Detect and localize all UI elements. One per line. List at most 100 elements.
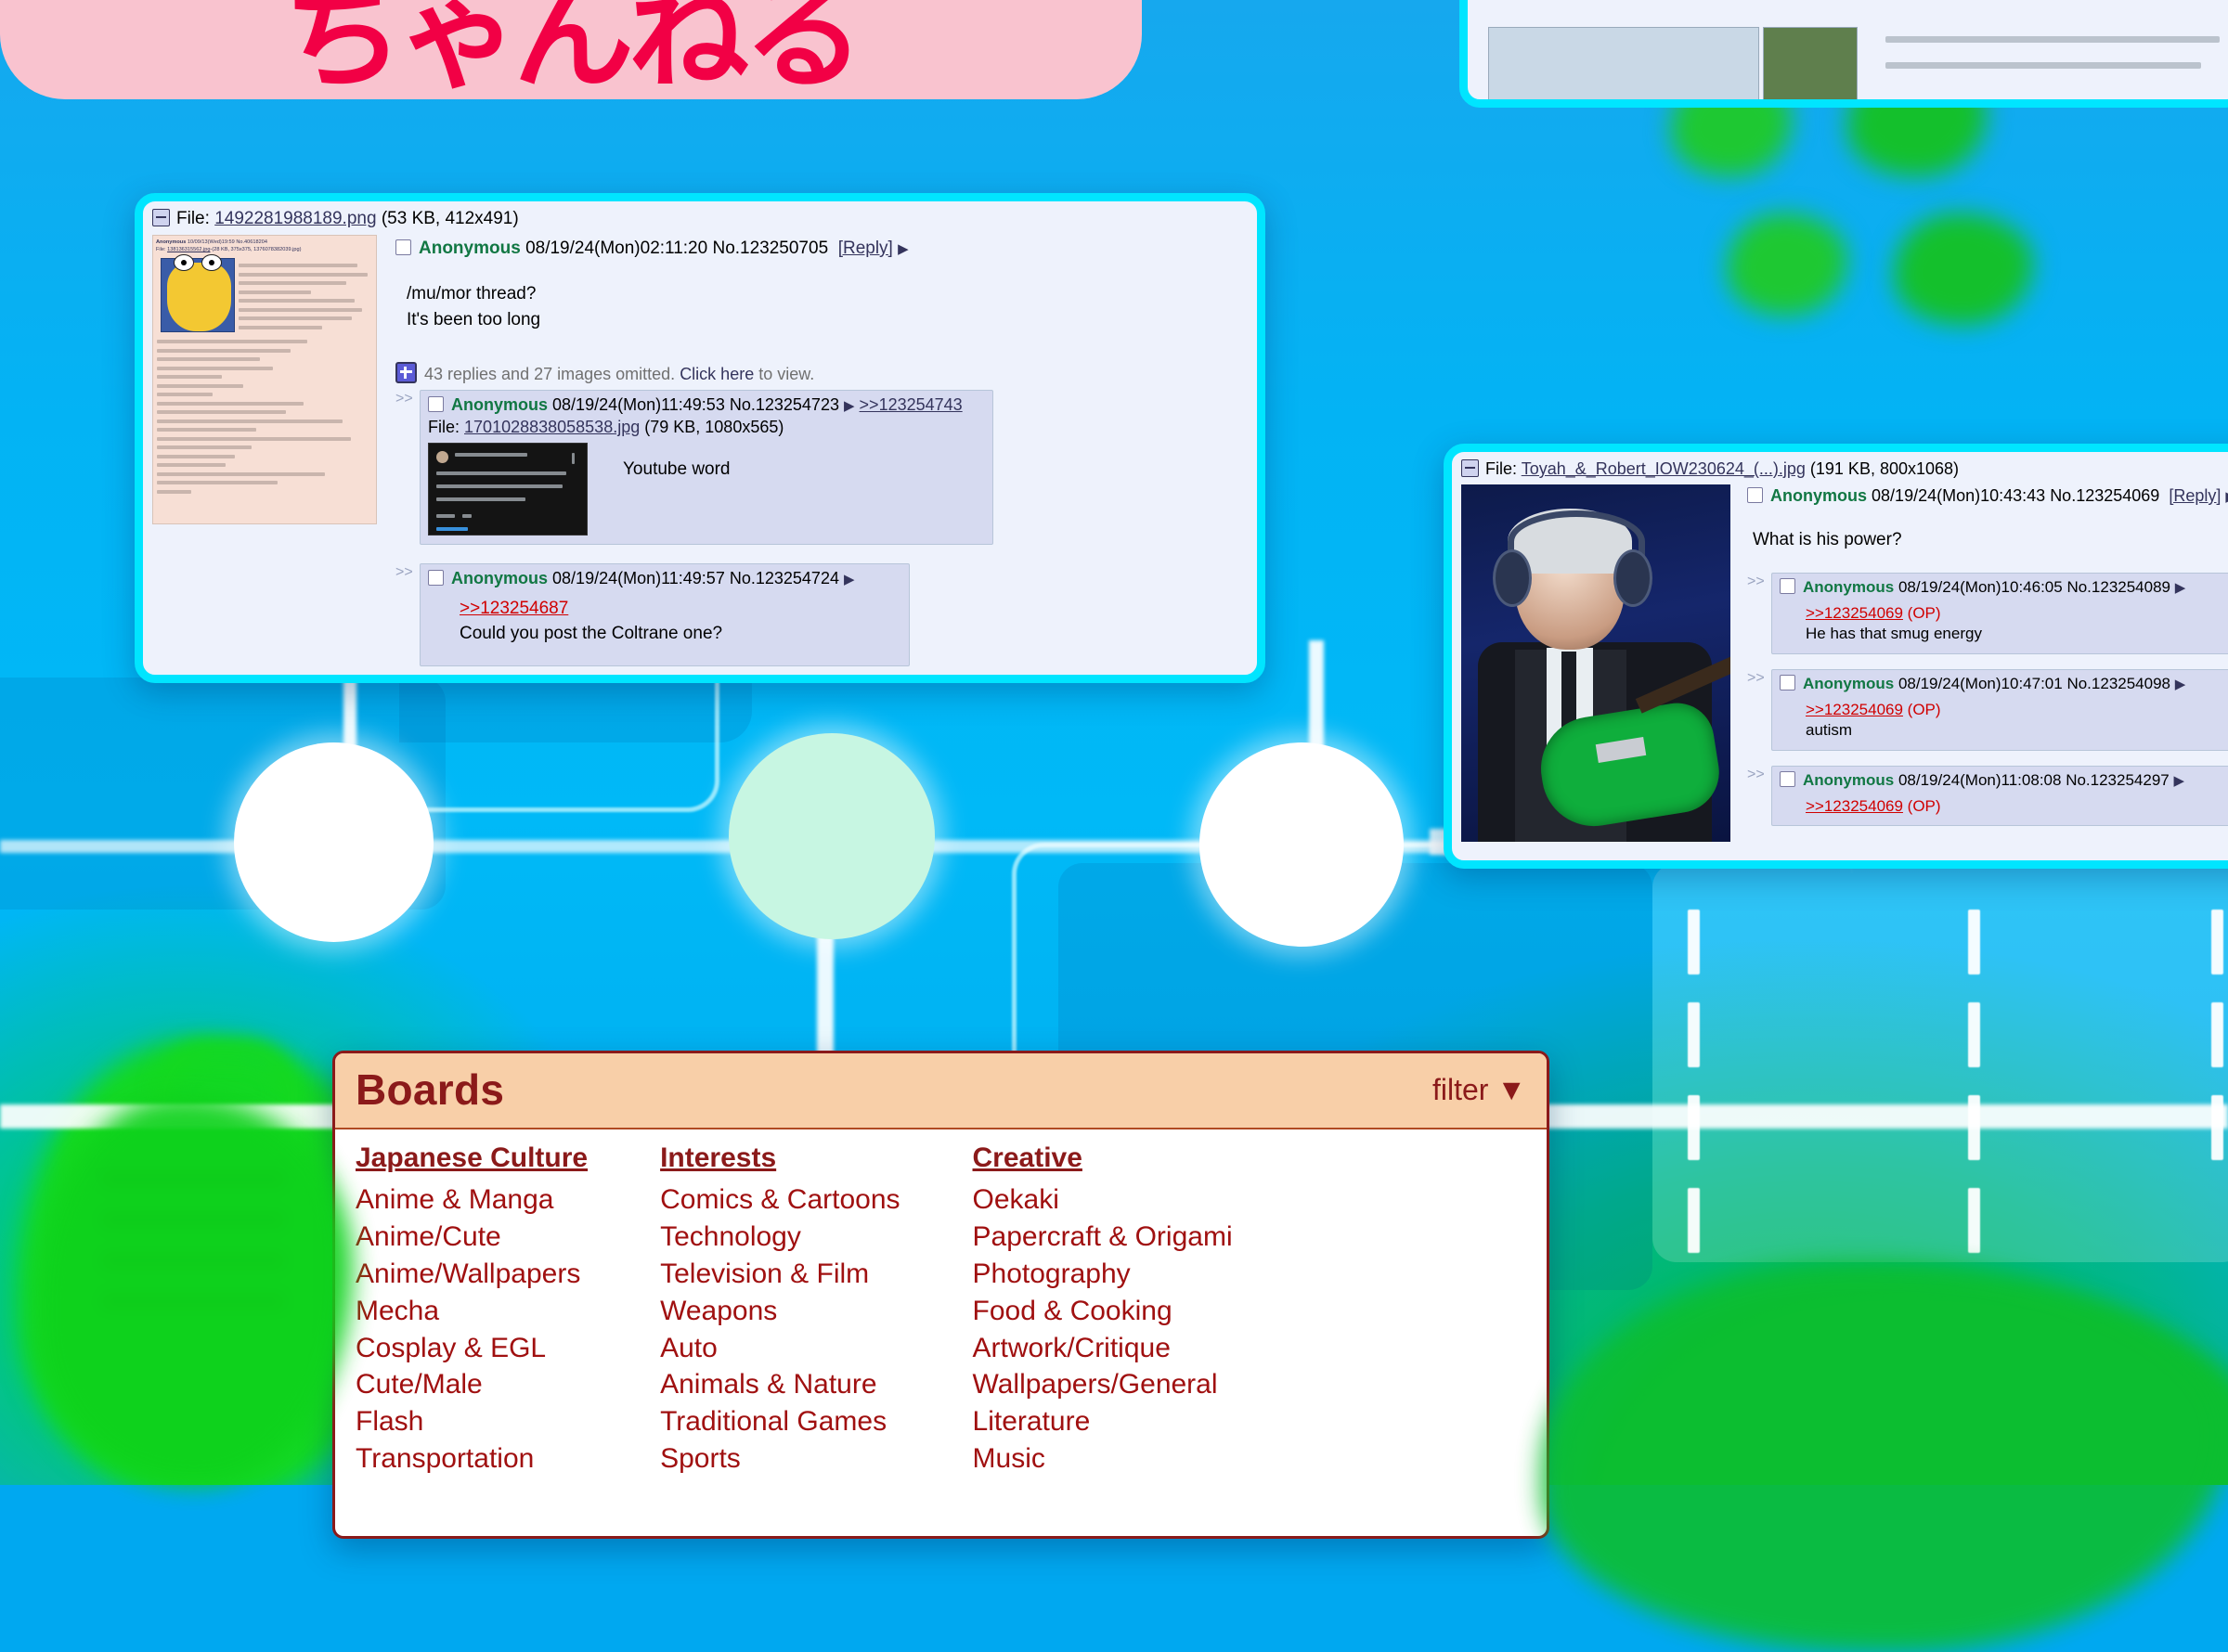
reply-arrow-marker: >> <box>1747 574 1765 589</box>
reply-body: >>123254069 (OP) autism <box>1780 693 2228 742</box>
board-link[interactable]: Anime/Wallpapers <box>356 1256 588 1293</box>
post-checkbox[interactable] <box>395 239 411 255</box>
board-link[interactable]: Flash <box>356 1403 588 1440</box>
reply-header: Anonymous 08/19/24(Mon)11:49:57 No.12325… <box>428 569 901 588</box>
reply-file-link[interactable]: 1701028838058538.jpg <box>464 418 640 436</box>
reply-header: Anonymous 08/19/24(Mon)11:49:53 No.12325… <box>428 395 985 415</box>
thumbnail-image <box>1488 27 1759 99</box>
reply-timestamp: 08/19/24(Mon)10:47:01 <box>1898 674 2063 692</box>
quote-link[interactable]: >>123254069 <box>1806 701 1903 718</box>
boards-column-interests: Interests Comics & Cartoons Technology T… <box>660 1142 900 1478</box>
omitted-tail: to view. <box>754 365 815 384</box>
thumbnail-text-lines-2 <box>157 340 372 498</box>
post-checkbox[interactable] <box>1780 674 1795 690</box>
boards-panel: Boards filter ▼ Japanese Culture Anime &… <box>332 1051 1549 1539</box>
bg-dash <box>1968 910 1980 974</box>
thumbnail-inner-header: Anonymous 10/09/13(Wed)19:59 No.40618204… <box>156 239 302 253</box>
post-menu-icon[interactable]: ▶ <box>844 398 855 414</box>
post-menu-icon[interactable]: ▶ <box>898 241 909 257</box>
board-link[interactable]: Traditional Games <box>660 1403 900 1440</box>
click-here-link[interactable]: Click here <box>680 365 754 383</box>
post-checkbox[interactable] <box>428 570 444 587</box>
board-link[interactable]: Cute/Male <box>356 1366 588 1403</box>
reply-author-name: Anonymous <box>1803 674 1895 692</box>
quote-link[interactable]: >>123254069 <box>1806 604 1903 622</box>
post-checkbox[interactable] <box>1780 770 1795 787</box>
op-reply-link[interactable]: [Reply] <box>838 239 893 258</box>
bg-dash <box>1968 1188 1980 1253</box>
quote-op-tag: (OP) <box>1902 700 1941 718</box>
reply-arrow-marker: >> <box>1747 669 1765 686</box>
op-file-line: File: 1492281988189.png (53 KB, 412x491) <box>143 201 1257 233</box>
board-link[interactable]: Oekaki <box>973 1181 1233 1219</box>
quote-op-tag: (OP) <box>1902 796 1941 815</box>
file-label: File: <box>1485 459 1518 478</box>
op-file-link[interactable]: Toyah_&_Robert_IOW230624_(...).jpg <box>1522 459 1806 478</box>
reply-header: Anonymous 08/19/24(Mon)11:08:08 No.12325… <box>1780 770 2228 790</box>
boards-column-header[interactable]: Interests <box>660 1142 900 1174</box>
collapse-icon[interactable] <box>1461 459 1479 477</box>
board-link[interactable]: Photography <box>973 1256 1233 1293</box>
op-body-line-1: /mu/mor thread? <box>407 284 537 303</box>
reply-thumbnail-image[interactable] <box>428 443 588 536</box>
board-link[interactable]: Animals & Nature <box>660 1366 900 1403</box>
post-menu-icon[interactable]: ▶ <box>2175 677 2186 692</box>
thread-panel-right: File: Toyah_&_Robert_IOW230624_(...).jpg… <box>1444 444 2228 869</box>
boards-columns: Japanese Culture Anime & Manga Anime/Cut… <box>335 1129 1547 1487</box>
avatar <box>436 451 448 464</box>
boards-column-creative: Creative Oekaki Papercraft & Origami Pho… <box>973 1142 1233 1478</box>
boards-column-header[interactable]: Creative <box>973 1142 1233 1174</box>
board-link[interactable]: Mecha <box>356 1293 588 1330</box>
file-label: File: <box>428 418 460 437</box>
thumbnail-text-lines <box>239 264 373 334</box>
board-link[interactable]: Wallpapers/General <box>973 1366 1233 1403</box>
expand-icon[interactable] <box>395 362 417 384</box>
reply-backlink[interactable]: >>123254743 <box>860 395 963 414</box>
board-link[interactable]: Literature <box>973 1403 1233 1440</box>
op-thumbnail-image[interactable]: Anonymous 10/09/13(Wed)19:59 No.40618204… <box>152 235 377 524</box>
board-link[interactable]: Papercraft & Origami <box>973 1219 1233 1256</box>
reply-body-text: Could you post the Coltrane one? <box>460 624 723 644</box>
chevron-down-icon[interactable]: ▼ <box>1496 1073 1526 1106</box>
post-menu-icon[interactable]: ▶ <box>2175 580 2186 596</box>
post-menu-icon[interactable]: ▶ <box>2173 773 2184 789</box>
board-link[interactable]: Transportation <box>356 1440 588 1478</box>
post-checkbox[interactable] <box>428 396 444 413</box>
board-link[interactable]: Comics & Cartoons <box>660 1181 900 1219</box>
board-link[interactable]: Food & Cooking <box>973 1293 1233 1330</box>
board-link[interactable]: Anime & Manga <box>356 1181 588 1219</box>
reply-arrow-marker: >> <box>395 564 413 581</box>
op-thumbnail-image[interactable] <box>1461 484 1730 842</box>
reply-body: >>123254069 (OP) He has that smug energy <box>1780 597 2228 645</box>
board-link[interactable]: Sports <box>660 1440 900 1478</box>
board-link[interactable]: Music <box>973 1440 1233 1478</box>
boards-column-header[interactable]: Japanese Culture <box>356 1142 588 1174</box>
board-link[interactable]: Artwork/Critique <box>973 1330 1233 1367</box>
reply-post-number: No.123254089 <box>2066 578 2170 596</box>
quote-link[interactable]: >>123254069 <box>1806 797 1903 815</box>
board-link[interactable]: Auto <box>660 1330 900 1367</box>
board-link[interactable]: Weapons <box>660 1293 900 1330</box>
collapse-icon[interactable] <box>152 209 170 226</box>
board-link[interactable]: Cosplay & EGL <box>356 1330 588 1367</box>
boards-title: Boards <box>356 1065 505 1114</box>
filter-control[interactable]: filter ▼ <box>1432 1073 1526 1107</box>
board-link[interactable]: Technology <box>660 1219 900 1256</box>
op-body-line-2: It's been too long <box>407 309 541 329</box>
reply-timestamp: 08/19/24(Mon)11:49:53 <box>552 395 725 415</box>
post-checkbox[interactable] <box>1780 578 1795 594</box>
board-link[interactable]: Anime/Cute <box>356 1219 588 1256</box>
quote-link[interactable]: >>123254687 <box>460 599 568 618</box>
board-link[interactable]: Television & Film <box>660 1256 900 1293</box>
bg-dash <box>1688 1002 1700 1067</box>
banner-text: ちゃんねる <box>282 0 864 106</box>
post-checkbox[interactable] <box>1747 487 1763 503</box>
op-post-body: What is his power? <box>1753 530 1902 549</box>
op-file-link[interactable]: 1492281988189.png <box>214 209 376 228</box>
bg-dash <box>1688 1188 1700 1253</box>
reply-header: Anonymous 08/19/24(Mon)10:47:01 No.12325… <box>1780 674 2228 693</box>
op-reply-link[interactable]: [Reply] <box>2169 486 2221 505</box>
reply-arrow-marker: >> <box>395 391 413 407</box>
post-menu-icon[interactable]: ▶ <box>844 572 855 587</box>
green-blob-mid-right-2 <box>1894 213 2033 325</box>
